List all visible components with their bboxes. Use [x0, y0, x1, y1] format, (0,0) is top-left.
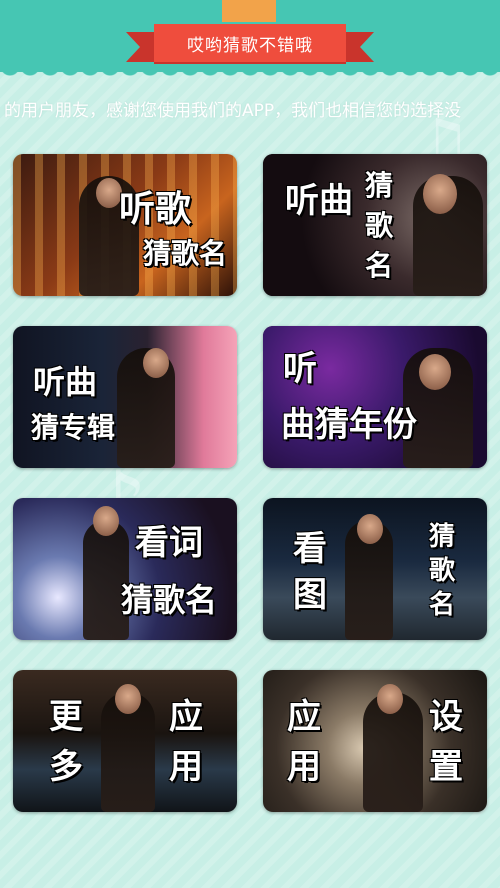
card-more-apps[interactable]: 更 多 应 用 — [13, 670, 237, 812]
top-tab-decoration — [222, 0, 276, 22]
card-title-line-3: 歌 — [365, 209, 394, 242]
card-title-line-1: 应 — [287, 697, 321, 737]
card-title-line-2: 猜歌名 — [121, 581, 218, 619]
scalloped-edge — [0, 66, 500, 80]
card-settings[interactable]: 应 用 设 置 — [263, 670, 487, 812]
card-title-line-3: 应 — [169, 697, 203, 737]
singer-figure — [83, 520, 129, 640]
singer-head — [419, 354, 451, 390]
card-title-line-1: 看 — [293, 529, 327, 569]
marquee-text: 的用户朋友，感谢您使用我们的APP，我们也相信您的选择没 — [4, 101, 462, 121]
card-title-line-2: 曲猜年份 — [281, 405, 417, 445]
card-title-line-1: 听曲 — [285, 181, 353, 221]
card-title-line-4: 置 — [429, 747, 463, 787]
card-title-line-2: 猜 — [365, 169, 394, 202]
card-read-lyrics-guess-name[interactable]: 看词 猜歌名 — [13, 498, 237, 640]
card-title-line-2: 用 — [287, 747, 321, 787]
card-listen-tune-guess-album[interactable]: 听曲 猜专辑 — [13, 326, 237, 468]
singer-head — [93, 506, 119, 536]
card-title-line-3: 设 — [429, 697, 463, 737]
card-listen-tune-guess-year[interactable]: 听 曲猜年份 — [263, 326, 487, 468]
card-title-line-1: 听曲 — [33, 363, 98, 401]
card-title-line-4: 歌 — [429, 556, 456, 586]
singer-head — [423, 174, 457, 214]
title-ribbon: 哎哟猜歌不错哦 — [126, 22, 374, 66]
singer-head — [377, 684, 403, 714]
singer-head — [357, 514, 383, 544]
page-title: 哎哟猜歌不错哦 — [154, 24, 346, 62]
card-title-line-4: 名 — [365, 249, 394, 282]
card-listen-tune-guess-name[interactable]: 听曲 猜 歌 名 — [263, 154, 487, 296]
card-title-line-1: 看词 — [135, 523, 203, 563]
card-view-image-guess-name[interactable]: 看 图 猜 歌 名 — [263, 498, 487, 640]
card-title-line-3: 猜 — [429, 522, 456, 552]
card-title-line-1: 听 — [283, 349, 317, 389]
card-title-line-5: 名 — [429, 590, 456, 620]
card-title-line-2: 多 — [49, 747, 83, 787]
card-title-line-2: 猜专辑 — [31, 411, 116, 444]
card-title-line-1: 更 — [49, 697, 83, 737]
card-listen-song-guess-name[interactable]: 听歌 猜歌名 — [13, 154, 237, 296]
card-title-line-1: 听歌 — [119, 189, 192, 230]
singer-head — [115, 684, 141, 714]
card-title-line-2: 图 — [293, 575, 327, 615]
singer-head — [143, 348, 169, 378]
card-title-line-2: 猜歌名 — [143, 237, 228, 270]
card-title-line-4: 用 — [169, 747, 203, 787]
